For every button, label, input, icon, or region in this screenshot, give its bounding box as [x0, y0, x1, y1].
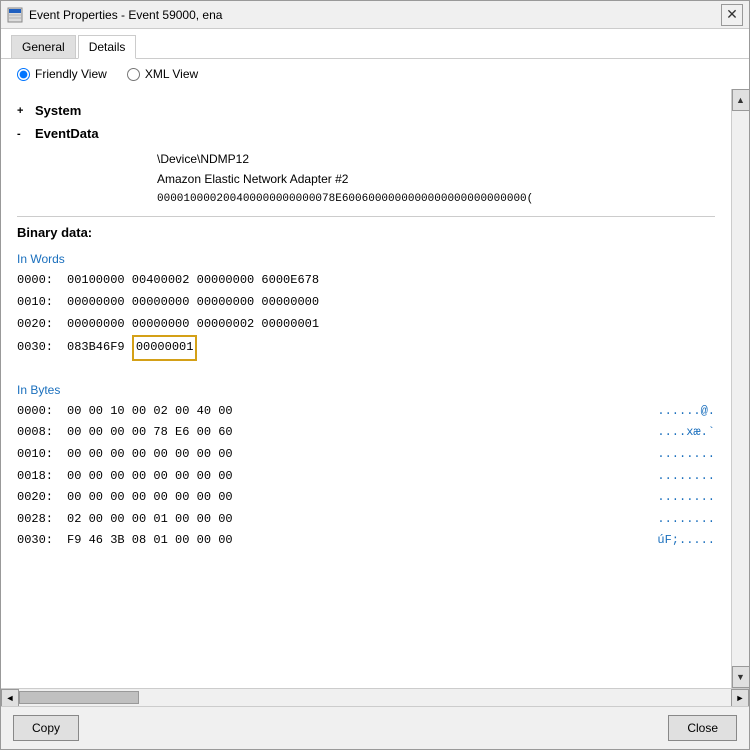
- byte-vals-0: 00 00 10 00 02 00 40 00: [67, 401, 645, 423]
- friendly-view-radio[interactable]: [17, 68, 30, 81]
- content-area: + System - EventData \Device\NDMP12 Amaz…: [1, 89, 749, 688]
- scroll-up-button[interactable]: ▲: [732, 89, 750, 111]
- title-bar: Event Properties - Event 59000, ena ✕: [1, 1, 749, 29]
- close-x-button[interactable]: ✕: [721, 4, 743, 26]
- byte-addr-0: 0000:: [17, 401, 67, 423]
- word-addr-1: 0010:: [17, 292, 67, 314]
- eventdata-label: EventData: [35, 126, 99, 141]
- byte-addr-4: 0020:: [17, 487, 67, 509]
- eventdata-line-3: 000010000200400000000000078E600600000000…: [157, 190, 715, 209]
- scroll-thumb-horizontal: [19, 691, 139, 704]
- byte-line-1: 0008: 00 00 00 00 78 E6 00 60 ....xæ.`: [17, 422, 715, 444]
- in-words-label: In Words: [17, 252, 715, 266]
- xml-view-option[interactable]: XML View: [127, 67, 198, 81]
- byte-addr-1: 0008:: [17, 422, 67, 444]
- eventdata-content: \Device\NDMP12 Amazon Elastic Network Ad…: [17, 149, 715, 208]
- in-bytes-label: In Bytes: [17, 383, 715, 397]
- title-text: Event Properties - Event 59000, ena: [29, 8, 222, 22]
- byte-ascii-6: úF;.....: [657, 530, 715, 552]
- hex-words-data: 0000: 00100000 00400002 00000000 6000E67…: [17, 270, 715, 360]
- system-toggle: +: [17, 105, 31, 117]
- byte-line-5: 0028: 02 00 00 00 01 00 00 00 ........: [17, 509, 715, 531]
- scroll-track-horizontal[interactable]: [19, 689, 731, 706]
- word-line-1: 0010: 00000000 00000000 00000000 0000000…: [17, 292, 715, 314]
- hex-highlighted-value: 00000001: [132, 335, 198, 361]
- byte-vals-1: 00 00 00 00 78 E6 00 60: [67, 422, 645, 444]
- view-options: Friendly View XML View: [1, 59, 749, 89]
- vertical-scrollbar: ▲ ▼: [731, 89, 749, 688]
- word-vals-0: 00100000 00400002 00000000 6000E678: [67, 270, 715, 292]
- eventdata-line-2: Amazon Elastic Network Adapter #2: [157, 169, 715, 189]
- main-content[interactable]: + System - EventData \Device\NDMP12 Amaz…: [1, 89, 731, 688]
- word-addr-0: 0000:: [17, 270, 67, 292]
- byte-ascii-3: ........: [657, 466, 715, 488]
- byte-line-2: 0010: 00 00 00 00 00 00 00 00 ........: [17, 444, 715, 466]
- byte-vals-5: 02 00 00 00 01 00 00 00: [67, 509, 645, 531]
- byte-vals-3: 00 00 00 00 00 00 00 00: [67, 466, 645, 488]
- dialog-icon: [7, 7, 23, 23]
- eventdata-section-header[interactable]: - EventData: [17, 122, 715, 145]
- xml-view-radio[interactable]: [127, 68, 140, 81]
- byte-vals-4: 00 00 00 00 00 00 00 00: [67, 487, 645, 509]
- binary-label: Binary data:: [17, 225, 715, 240]
- byte-line-4: 0020: 00 00 00 00 00 00 00 00 ........: [17, 487, 715, 509]
- byte-line-6: 0030: F9 46 3B 08 01 00 00 00 úF;.....: [17, 530, 715, 552]
- xml-view-label: XML View: [145, 67, 198, 81]
- word-addr-3: 0030:: [17, 337, 67, 359]
- scroll-right-button[interactable]: ►: [731, 689, 749, 707]
- byte-ascii-5: ........: [657, 509, 715, 531]
- byte-vals-2: 00 00 00 00 00 00 00 00: [67, 444, 645, 466]
- byte-addr-5: 0028:: [17, 509, 67, 531]
- byte-ascii-0: ......@.: [657, 401, 715, 423]
- word-addr-2: 0020:: [17, 314, 67, 336]
- system-label: System: [35, 103, 81, 118]
- byte-line-0: 0000: 00 00 10 00 02 00 40 00 ......@.: [17, 401, 715, 423]
- byte-ascii-1: ....xæ.`: [657, 422, 715, 444]
- word-line-0: 0000: 00100000 00400002 00000000 6000E67…: [17, 270, 715, 292]
- word-vals-3: 083B46F9 00000001: [67, 335, 715, 361]
- word-vals-1: 00000000 00000000 00000000 00000000: [67, 292, 715, 314]
- eventdata-line-1: \Device\NDMP12: [157, 149, 715, 169]
- byte-addr-6: 0030:: [17, 530, 67, 552]
- copy-button[interactable]: Copy: [13, 715, 79, 741]
- byte-line-3: 0018: 00 00 00 00 00 00 00 00 ........: [17, 466, 715, 488]
- close-button[interactable]: Close: [668, 715, 737, 741]
- scroll-down-button[interactable]: ▼: [732, 666, 750, 688]
- word-line-2: 0020: 00000000 00000000 00000002 0000000…: [17, 314, 715, 336]
- footer: Copy Close: [1, 706, 749, 749]
- word-line-3: 0030: 083B46F9 00000001: [17, 335, 715, 361]
- byte-addr-2: 0010:: [17, 444, 67, 466]
- byte-ascii-2: ........: [657, 444, 715, 466]
- byte-vals-6: F9 46 3B 08 01 00 00 00: [67, 530, 645, 552]
- friendly-view-label: Friendly View: [35, 67, 107, 81]
- byte-ascii-4: ........: [657, 487, 715, 509]
- tab-bar: General Details: [1, 29, 749, 59]
- byte-addr-3: 0018:: [17, 466, 67, 488]
- horizontal-scrollbar: ◄ ►: [1, 688, 749, 706]
- scroll-track-vertical[interactable]: [732, 111, 749, 666]
- dialog-window: Event Properties - Event 59000, ena ✕ Ge…: [0, 0, 750, 750]
- word-vals-2: 00000000 00000000 00000002 00000001: [67, 314, 715, 336]
- eventdata-toggle: -: [17, 128, 31, 140]
- separator: [17, 216, 715, 217]
- hex-bytes-data: 0000: 00 00 10 00 02 00 40 00 ......@. 0…: [17, 401, 715, 552]
- scroll-left-button[interactable]: ◄: [1, 689, 19, 707]
- tab-details[interactable]: Details: [78, 35, 137, 59]
- tab-general[interactable]: General: [11, 35, 76, 58]
- friendly-view-option[interactable]: Friendly View: [17, 67, 107, 81]
- system-section-header[interactable]: + System: [17, 99, 715, 122]
